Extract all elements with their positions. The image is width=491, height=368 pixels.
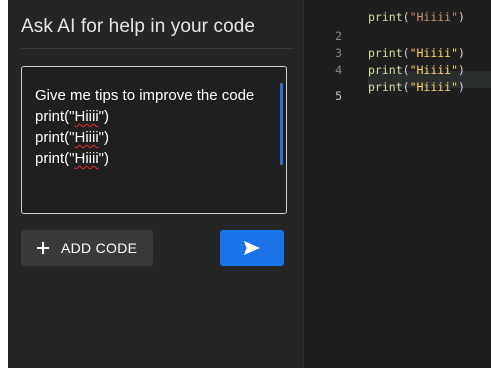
editor-line: print("Hiiii") (368, 10, 465, 24)
editor-line: 2 print("Hiiii") (304, 11, 491, 60)
prompt-code-line: print("Hiiii") (35, 108, 109, 125)
prompt-textarea[interactable]: Give me tips to improve the code print("… (21, 66, 287, 214)
title-divider (21, 48, 294, 49)
misspelled-word: Hiiii (74, 150, 99, 167)
editor-line: 5 (304, 71, 491, 103)
editor-line: 4 print("Hiiii") (304, 45, 491, 94)
line-number: 5 (335, 89, 342, 103)
misspelled-word: Hiiii (74, 108, 99, 125)
prompt-code-line: print("Hiiii") (35, 129, 109, 146)
code-editor[interactable]: print("Hiiii") 2 print("Hiiii") 3 print(… (304, 0, 491, 368)
prompt-scrollbar[interactable] (280, 83, 283, 165)
window-edge (0, 0, 8, 368)
send-button[interactable] (220, 230, 284, 266)
send-icon (244, 241, 260, 255)
misspelled-word: Hiiii (74, 129, 99, 146)
prompt-code-line: print("Hiiii") (35, 150, 109, 167)
panel-title: Ask AI for help in your code (21, 16, 256, 37)
prompt-instruction: Give me tips to improve the code (35, 87, 255, 104)
add-code-label: ADD CODE (61, 240, 138, 256)
editor-line: 3 print("Hiiii") (304, 28, 491, 77)
plus-icon (37, 242, 49, 254)
ai-help-panel: Ask AI for help in your code Give me tip… (8, 0, 303, 368)
add-code-button[interactable]: ADD CODE (21, 230, 153, 266)
prompt-content: Give me tips to improve the code print("… (35, 85, 257, 169)
